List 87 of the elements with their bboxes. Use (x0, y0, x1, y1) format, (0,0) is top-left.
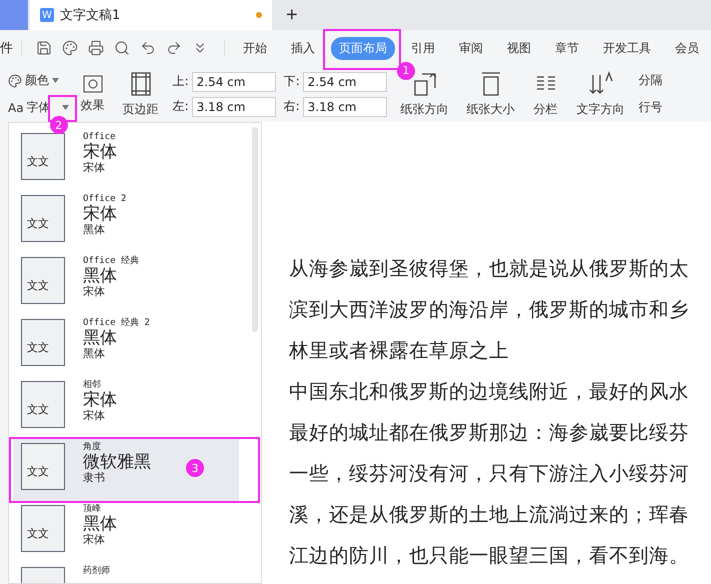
theme-name: Office (83, 133, 117, 142)
body-font: 黑体 (83, 224, 106, 236)
theme-name: Office 2 (83, 195, 126, 204)
theme-name: 相邻 (83, 381, 102, 390)
orientation-icon (412, 70, 438, 96)
font-theme-item[interactable]: 文文 Office 2 宋体 黑体 (13, 191, 239, 253)
ribbon-tab[interactable]: 审阅 (451, 36, 491, 60)
fonts-dropdown-button[interactable] (60, 105, 71, 110)
text-line: 林里或者裸露在草原之上 (289, 341, 510, 362)
tab-title: 文字文稿1 (60, 7, 122, 24)
theme-name: 顶峰 (83, 505, 102, 515)
body-font: 宋体 (83, 162, 106, 174)
caret-icon (62, 105, 69, 110)
ribbon-tab[interactable]: 开发工具 (595, 36, 659, 60)
new-tab-button[interactable]: + (272, 0, 312, 30)
save-icon (36, 40, 52, 56)
heading-font: 宋体 (83, 390, 117, 410)
theme-thumbnail: 文文 (21, 505, 65, 552)
step-number: 1 (397, 62, 415, 80)
font-theme-item[interactable]: 药剂师 (13, 563, 239, 583)
theme-thumbnail: 文文 (21, 257, 65, 304)
text-line: 滨到大西洋波罗的海沿岸，俄罗斯的城市和乡 (289, 300, 690, 321)
theme-name: Office 经典 2 (83, 319, 150, 329)
effects-icon (82, 74, 103, 92)
heading-font: 黑体 (83, 514, 117, 534)
theme-name: 角度 (83, 443, 102, 453)
scrollbar[interactable] (252, 127, 258, 332)
theme-thumbnail: 文文 (21, 381, 65, 428)
margin-field[interactable]: 3.18 cm (302, 96, 387, 116)
ribbon-tab[interactable]: 插入 (283, 36, 323, 60)
margin-label: 下: (284, 73, 300, 90)
text-direction-button[interactable]: 文字方向 (572, 70, 629, 118)
paper-size-button[interactable]: 纸张大小 (462, 70, 519, 118)
font-theme-item[interactable]: 文文 相邻 宋体 宋体 (13, 377, 239, 439)
ribbon-tab[interactable]: 视图 (499, 36, 539, 60)
redo-icon (166, 40, 182, 56)
line-numbers-button[interactable]: 行号 (638, 99, 663, 116)
body-font: 宋体 (83, 534, 106, 546)
text-line: 一些，绥芬河没有河，只有下游注入小绥芬河 (289, 464, 690, 485)
theme-name: 药剂师 (83, 567, 110, 577)
colors-button[interactable]: 颜色 (8, 72, 71, 89)
font-theme-item[interactable]: 文文 Office 经典 2 黑体 黑体 (13, 315, 239, 377)
font-theme-item[interactable]: 文文 Office 经典 黑体 宋体 (13, 253, 239, 315)
heading-font: 宋体 (83, 204, 118, 224)
margin-field[interactable]: 2.54 cm (302, 72, 387, 92)
theme-thumbnail: 文文 (21, 133, 65, 180)
theme-thumbnail: 文文 (21, 195, 65, 242)
margin-label: 右: (284, 98, 300, 115)
body-font: 宋体 (83, 286, 106, 298)
theme-name: Office 经典 (83, 257, 139, 267)
ribbon-tab[interactable]: 开始 (235, 36, 275, 60)
file-menu[interactable]: 件 (0, 39, 22, 57)
app-corner (0, 0, 28, 30)
margin-field[interactable]: 2.54 cm (192, 72, 276, 92)
palette-icon (8, 74, 22, 88)
ribbon-tab[interactable]: 会员 (667, 36, 707, 60)
text-line: 溪，还是从俄罗斯的土地上流淌过来的；珲春 (289, 505, 690, 526)
theme-thumbnail: 文文 (21, 319, 65, 366)
breaks-button[interactable]: 分隔 (638, 72, 663, 89)
effects-button[interactable]: 效果 (76, 74, 109, 114)
heading-font: 黑体 (83, 328, 118, 348)
text-line: 江边的防川，也只能一眼望三国，看不到海。 (289, 546, 690, 567)
margin-label: 左: (172, 98, 189, 115)
body-font: 黑体 (83, 348, 106, 360)
writer-icon: W (40, 8, 54, 22)
font-theme-item[interactable]: 文文 顶峰 黑体 宋体 (13, 501, 239, 563)
heading-font: 微软雅黑 (83, 452, 151, 472)
theme-thumbnail: 文文 (21, 443, 65, 490)
print-icon (88, 40, 104, 56)
document-tab[interactable]: W 文字文稿1 (30, 0, 272, 30)
body-font: 宋体 (83, 410, 106, 422)
body-font: 隶书 (83, 472, 106, 484)
caret-icon (52, 78, 59, 83)
columns-button[interactable]: 分栏 (528, 70, 563, 118)
text-line: 中国东北和俄罗斯的边境线附近，最好的风水 (289, 382, 690, 403)
margins-button[interactable]: 页边距 (118, 70, 163, 118)
undo-icon (140, 40, 156, 56)
heading-font: 黑体 (83, 266, 118, 286)
text-line: 从海参崴到圣彼得堡，也就是说从俄罗斯的太 (289, 259, 690, 280)
ribbon-tab[interactable]: 引用 (403, 36, 443, 60)
margin-label: 上: (172, 73, 189, 90)
text-direction-icon (588, 70, 614, 96)
margin-field[interactable]: 3.18 cm (192, 96, 276, 116)
text-line: 最好的城址都在俄罗斯那边：海参崴要比绥芬 (289, 423, 690, 444)
heading-font: 宋体 (83, 142, 117, 162)
ribbon-tab[interactable]: 章节 (547, 36, 587, 60)
print-preview-icon (114, 40, 130, 56)
